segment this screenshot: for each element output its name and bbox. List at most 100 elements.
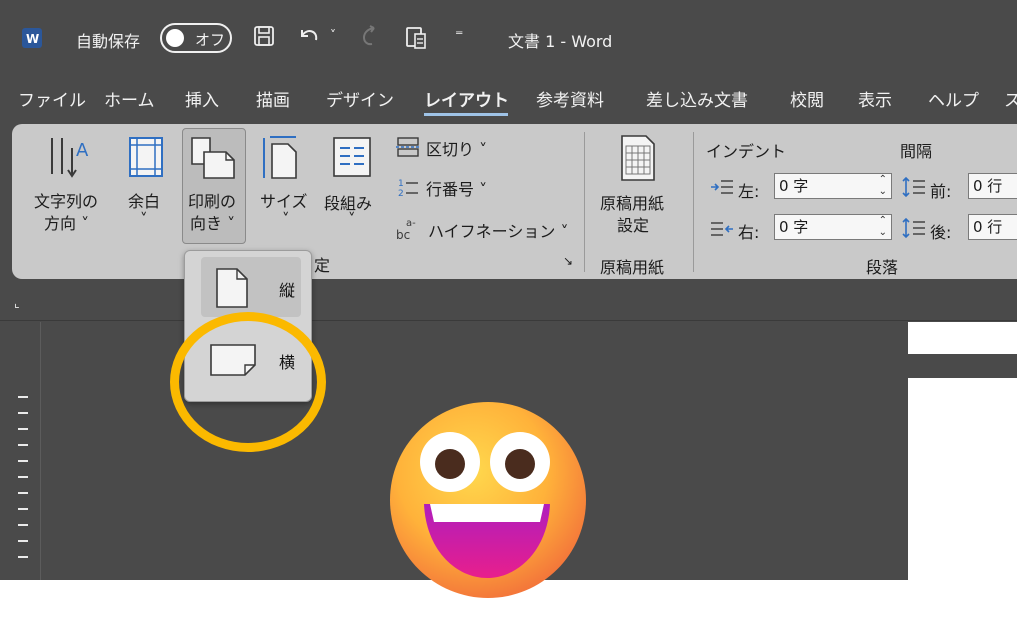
- clipboard-icon[interactable]: [404, 24, 428, 50]
- svg-text:A: A: [76, 140, 89, 161]
- size-label[interactable]: サイズ: [260, 188, 308, 212]
- svg-text:W: W: [26, 32, 39, 46]
- autosave-state: オフ: [195, 31, 226, 49]
- tab-home[interactable]: ホーム: [104, 86, 155, 111]
- word-logo-icon: W: [22, 28, 42, 48]
- tab-help[interactable]: ヘルプ: [928, 86, 979, 111]
- indent-right-value: 0 字: [779, 218, 809, 236]
- indent-right-icon: [711, 222, 733, 236]
- tab-draw[interactable]: 描画: [256, 86, 290, 111]
- orientation-label[interactable]: 印刷の: [188, 188, 236, 212]
- text-direction-label-2[interactable]: 方向 ˅: [44, 210, 89, 234]
- ruler-tick: [18, 540, 28, 542]
- portrait-page-icon: [216, 268, 248, 308]
- active-tab-indicator: [424, 113, 508, 116]
- group-separator: [693, 132, 694, 272]
- hyphenation-button[interactable]: ハイフネーション ˅: [428, 218, 568, 242]
- ruler-tick: [18, 428, 28, 430]
- ruler-tick: [18, 492, 28, 494]
- size-chevron[interactable]: ˅: [282, 210, 290, 228]
- autosave-toggle[interactable]: オフ: [160, 23, 232, 53]
- highlight-circle: [170, 312, 326, 452]
- spinner-icon[interactable]: ⌃ ⌄: [879, 215, 887, 239]
- spacing-after-input[interactable]: 0 行: [968, 214, 1017, 240]
- indent-right-input[interactable]: 0 字 ⌃ ⌄: [774, 214, 892, 240]
- tab-references[interactable]: 参考資料: [536, 86, 604, 111]
- vertical-ruler: [0, 322, 41, 580]
- document-page[interactable]: [908, 378, 1017, 580]
- page-setup-group-label: 定: [314, 256, 331, 275]
- tab-view[interactable]: 表示: [858, 86, 892, 111]
- paragraph-group-label: 段落: [866, 258, 899, 277]
- spacing-before-input[interactable]: 0 行: [968, 173, 1017, 199]
- undo-dropdown-icon[interactable]: ˅: [330, 28, 336, 42]
- margins-icon: [129, 137, 163, 177]
- ruler-tick: [18, 508, 28, 510]
- document-page-edge: [908, 322, 1017, 354]
- redo-icon[interactable]: [356, 24, 384, 48]
- tab-design[interactable]: デザイン: [326, 86, 394, 111]
- portrait-label: 縦: [279, 281, 296, 300]
- spacing-after-icon: [902, 217, 925, 239]
- ruler-tick: [18, 476, 28, 478]
- ribbon-tabs: ファイル ホーム 挿入 描画 デザイン レイアウト 参考資料 差し込み文書 校閲…: [0, 86, 1017, 116]
- manuscript-settings-label-2[interactable]: 設定: [617, 212, 649, 236]
- group-separator: [584, 132, 585, 272]
- svg-text:bc: bc: [396, 228, 410, 242]
- line-numbers-button[interactable]: 行番号 ˅: [426, 176, 487, 200]
- tab-overflow[interactable]: ス: [1004, 86, 1017, 111]
- svg-text:1: 1: [398, 179, 404, 189]
- ruler-tick: [18, 444, 28, 446]
- orientation-label-2[interactable]: 向き ˅: [190, 210, 235, 234]
- indent-left-input[interactable]: 0 字 ⌃ ⌄: [774, 173, 892, 199]
- indent-left-label: 左:: [738, 182, 760, 201]
- ruler-tick: [18, 412, 28, 414]
- document-title: 文書 1 - Word: [508, 32, 613, 51]
- svg-text:2: 2: [398, 189, 404, 198]
- columns-icon: [333, 137, 371, 177]
- orientation-portrait-item[interactable]: 縦: [201, 257, 301, 317]
- line-numbers-icon: 1 2: [398, 179, 418, 198]
- tab-mailings[interactable]: 差し込み文書: [646, 86, 748, 111]
- indent-title: インデント: [706, 142, 787, 161]
- manuscript-settings-label[interactable]: 原稿用紙: [600, 190, 664, 214]
- spacing-before-label: 前:: [930, 182, 952, 201]
- indent-right-label: 右:: [738, 223, 760, 242]
- grinning-face-emoji-icon: [390, 402, 586, 598]
- title-bar: W 自動保存 オフ ˅ ⁼ 文書 1 - Word: [0, 0, 1017, 78]
- tab-insert[interactable]: 挿入: [185, 86, 219, 111]
- manuscript-paper-icon: [621, 135, 655, 181]
- indent-left-value: 0 字: [779, 177, 809, 195]
- ruler-tick: [18, 524, 28, 526]
- tab-selector-icon[interactable]: ⌞: [14, 296, 20, 310]
- indent-left-icon: [711, 180, 733, 194]
- ruler-tick: [18, 556, 28, 558]
- spacing-after-label: 後:: [930, 223, 952, 242]
- spacing-title: 間隔: [900, 142, 933, 161]
- customize-qat-icon[interactable]: ⁼: [455, 26, 463, 45]
- tab-layout[interactable]: レイアウト: [424, 86, 509, 111]
- toggle-knob: [166, 29, 184, 47]
- tab-file[interactable]: ファイル: [18, 86, 86, 111]
- margins-chevron[interactable]: ˅: [140, 210, 148, 228]
- orientation-icon: [191, 137, 235, 179]
- undo-icon[interactable]: [296, 24, 324, 48]
- spacing-before-icon: [902, 176, 925, 198]
- breaks-icon: [396, 137, 420, 157]
- breaks-button[interactable]: 区切り ˅: [426, 136, 487, 160]
- ruler-tick: [18, 396, 28, 398]
- columns-chevron[interactable]: ˅: [348, 210, 356, 228]
- margins-label[interactable]: 余白: [128, 188, 160, 212]
- spacing-before-value: 0 行: [973, 177, 1003, 195]
- autosave-label: 自動保存: [76, 32, 141, 51]
- manuscript-group-label: 原稿用紙: [600, 258, 665, 277]
- text-direction-label[interactable]: 文字列の: [34, 188, 98, 212]
- spacing-after-value: 0 行: [973, 218, 1003, 236]
- dialog-launcher-icon[interactable]: ↘: [563, 254, 573, 268]
- tab-review[interactable]: 校閲: [790, 86, 824, 111]
- hyphenation-icon: a- bc: [396, 218, 416, 242]
- text-direction-icon: A: [51, 138, 89, 178]
- save-icon[interactable]: [252, 24, 276, 48]
- ruler-tick: [18, 460, 28, 462]
- spinner-icon[interactable]: ⌃ ⌄: [879, 174, 887, 198]
